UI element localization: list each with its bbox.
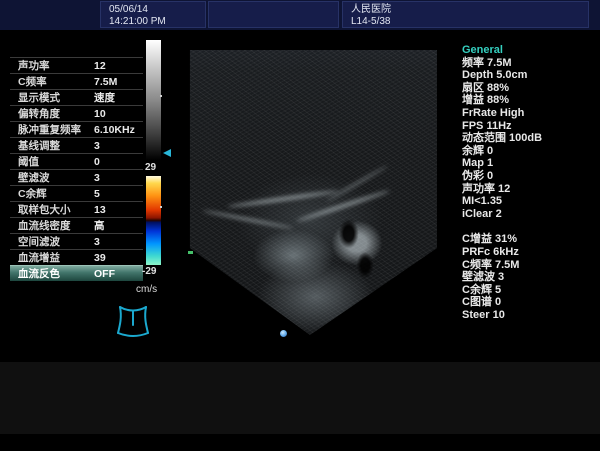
param-value: 3 — [94, 140, 100, 152]
imaging-parameters-panel: General 频率 7.5M Depth 5.0cm 扇区 88% 增益 88… — [462, 44, 597, 321]
color-info-line: 壁滤波 3 — [462, 271, 597, 284]
param-label: 血流线密度 — [18, 218, 94, 233]
param-label: 血流增益 — [18, 250, 94, 265]
param-row-wall-filter[interactable]: 壁滤波3 — [10, 169, 143, 185]
param-row-steer-angle[interactable]: 偏转角度10 — [10, 105, 143, 121]
param-value: OFF — [94, 268, 115, 280]
datetime-box: 05/06/1414:21:00 PM — [100, 1, 206, 28]
info-line: 频率 7.5M — [462, 57, 597, 70]
info-line: FrRate High — [462, 107, 597, 120]
grayscale-tick — [160, 95, 162, 97]
param-row-line-density[interactable]: 血流线密度高 — [10, 217, 143, 233]
param-label: 壁滤波 — [18, 170, 94, 185]
color-info-line: PRFc 6kHz — [462, 246, 597, 259]
info-line: MI<1.35 — [462, 195, 597, 208]
param-row-spatial-filter[interactable]: 空间滤波3 — [10, 233, 143, 249]
param-label: 空间滤波 — [18, 234, 94, 249]
ultrasound-main-screen: 05/06/1414:21:00 PM 人民医院L14-5/38 声功率12 C… — [0, 0, 600, 451]
info-line: 余辉 0 — [462, 145, 597, 158]
param-value: 6.10KHz — [94, 124, 135, 136]
grayscale-bar — [146, 40, 161, 160]
param-row-acoustic-power[interactable]: 声功率12 — [10, 57, 143, 73]
parameter-menu: 声功率12 C频率7.5M 显示模式速度 偏转角度10 脉冲重复频率6.10KH… — [10, 57, 143, 281]
velocity-scale-min: -29 — [142, 266, 156, 277]
param-row-flow-gain[interactable]: 血流增益39 — [10, 249, 143, 265]
clipboard-strip: ‹ ‹ › × ‹ › — [0, 362, 600, 434]
doppler-color-bar — [146, 176, 161, 265]
info-line: 动态范围 100dB — [462, 132, 597, 145]
param-row-threshold[interactable]: 阈值0 — [10, 153, 143, 169]
echo-streak — [326, 165, 388, 203]
ultrasound-display-area[interactable] — [172, 32, 448, 347]
param-value: 39 — [94, 252, 106, 264]
graymap-pointer-icon — [163, 149, 171, 157]
param-row-prf[interactable]: 脉冲重复频率6.10KHz — [10, 121, 143, 137]
color-info-line: Steer 10 — [462, 309, 597, 322]
colorbar-tick — [160, 206, 162, 208]
color-info-line: C图谱 0 — [462, 296, 597, 309]
time-text: 14:21:00 PM — [109, 16, 166, 27]
param-value: 5 — [94, 188, 100, 200]
color-info-line: C余辉 5 — [462, 284, 597, 297]
param-value: 7.5M — [94, 76, 117, 88]
param-value: 12 — [94, 60, 106, 72]
velocity-scale-max: 29 — [145, 162, 156, 173]
preset-name: General — [462, 44, 597, 57]
hospital-name: 人民医院 — [351, 4, 391, 15]
hospital-box: 人民医院L14-5/38 — [342, 1, 589, 28]
param-row-c-persistence[interactable]: C余辉5 — [10, 185, 143, 201]
date-text: 05/06/14 — [109, 4, 148, 15]
param-value: 高 — [94, 218, 105, 233]
param-value: 3 — [94, 172, 100, 184]
param-value: 速度 — [94, 90, 115, 105]
param-label: 阈值 — [18, 154, 94, 169]
info-line: 声功率 12 — [462, 183, 597, 196]
param-row-baseline[interactable]: 基线调整3 — [10, 137, 143, 153]
param-row-flow-invert-selected[interactable]: 血流反色OFF — [10, 265, 143, 281]
info-line: FPS 11Hz — [462, 120, 597, 133]
param-label: 脉冲重复频率 — [18, 122, 94, 137]
info-line: Map 1 — [462, 157, 597, 170]
param-row-packet-size[interactable]: 取样包大小13 — [10, 201, 143, 217]
echo-streak — [227, 189, 338, 209]
param-label: C余辉 — [18, 186, 94, 201]
param-row-display-mode[interactable]: 显示模式速度 — [10, 89, 143, 105]
velocity-scale-unit: cm/s — [136, 284, 157, 295]
body-marker-icon — [112, 300, 154, 344]
param-label: 显示模式 — [18, 90, 94, 105]
echo-streak — [203, 209, 294, 229]
param-label: 血流反色 — [18, 266, 94, 281]
param-label: 取样包大小 — [18, 202, 94, 217]
info-line: Depth 5.0cm — [462, 69, 597, 82]
param-value: 13 — [94, 204, 106, 216]
color-info-line: C增益 31% — [462, 233, 597, 246]
info-line: 伪彩 0 — [462, 170, 597, 183]
top-status-bar: 05/06/1414:21:00 PM 人民医院L14-5/38 — [0, 0, 600, 30]
depth-marker — [188, 251, 193, 254]
param-label: 基线调整 — [18, 138, 94, 153]
info-line: iClear 2 — [462, 208, 597, 221]
param-value: 0 — [94, 156, 100, 168]
param-label: 偏转角度 — [18, 106, 94, 121]
info-line: 扇区 88% — [462, 82, 597, 95]
param-row-c-frequency[interactable]: C频率7.5M — [10, 73, 143, 89]
color-info-line: C频率 7.5M — [462, 259, 597, 272]
info-line: 增益 88% — [462, 94, 597, 107]
param-label: 声功率 — [18, 58, 94, 73]
param-value: 10 — [94, 108, 106, 120]
ultrasound-image — [172, 32, 448, 347]
focus-marker-icon — [280, 330, 287, 337]
probe-id: L14-5/38 — [351, 16, 390, 27]
param-label: C频率 — [18, 74, 94, 89]
empty-info-box — [208, 1, 339, 28]
param-value: 3 — [94, 236, 100, 248]
